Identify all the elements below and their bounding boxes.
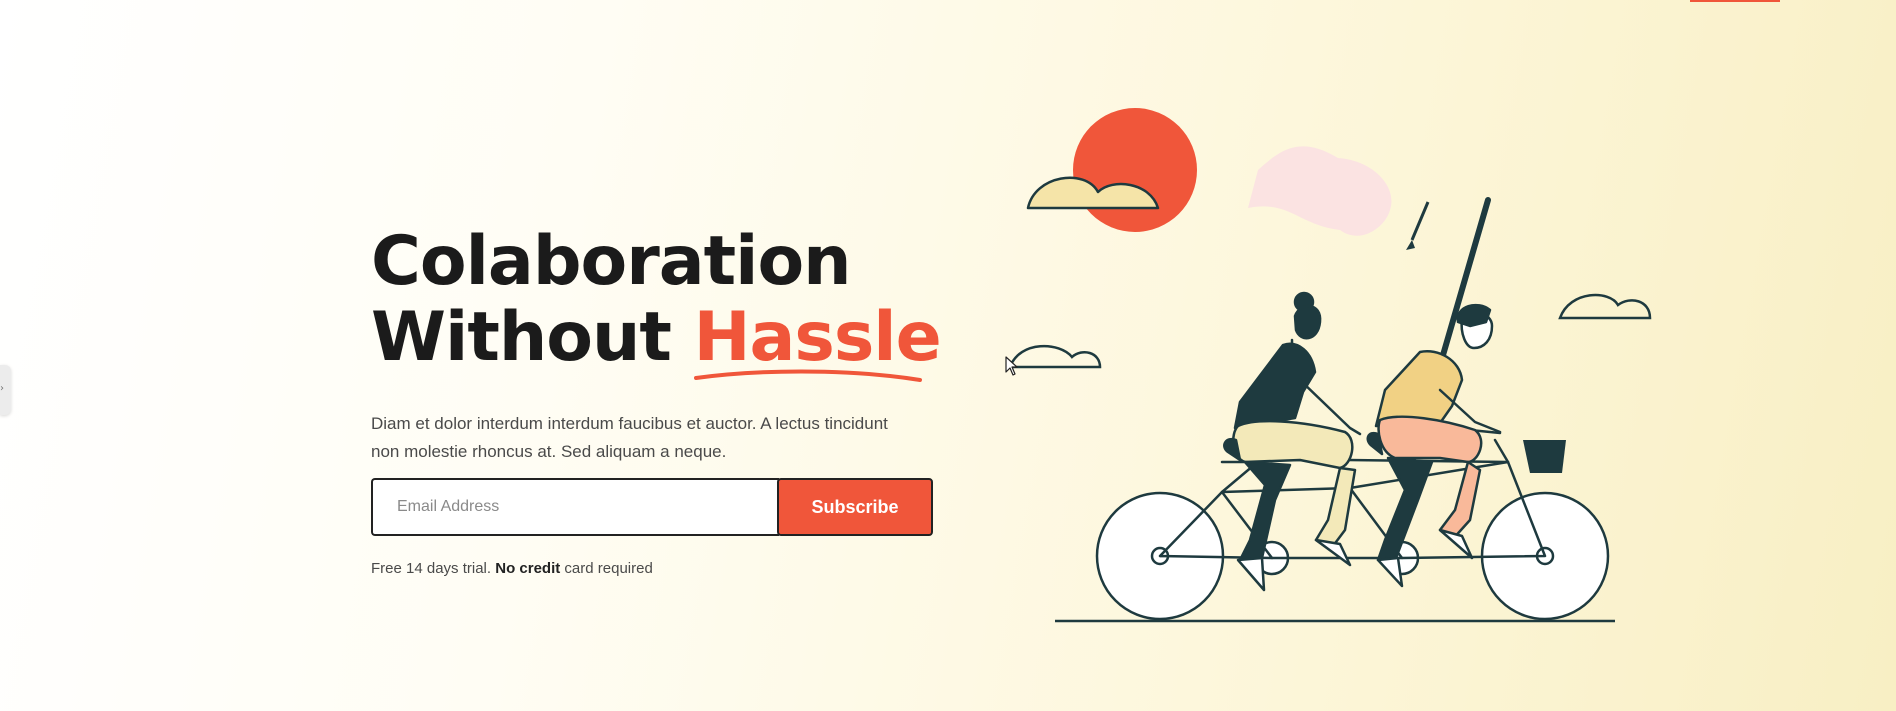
rear-rider [1223,291,1362,592]
top-accent-bar [1690,0,1780,2]
hero-description: Diam et dolor interdum interdum faucibus… [371,414,888,461]
headline-accent-word: Hassle [693,298,942,382]
trial-bold: No credit [495,560,561,577]
brush-underline-icon [693,369,922,382]
side-panel-toggle[interactable]: › [0,365,11,415]
front-rider [1366,303,1502,588]
headline-line-2: Without Hassle [371,298,951,382]
subscribe-button[interactable]: Subscribe [777,478,933,536]
headline-accent-text: Hassle [693,298,942,377]
headline-line-1: Colaboration [371,222,852,301]
cloud-icon [1008,345,1102,369]
trial-note: Free 14 days trial. No credit card requi… [371,560,951,577]
signup-form: Subscribe [371,478,933,536]
tandem-bike-illustration [1008,108,1652,623]
trial-suffix: card required [564,560,653,577]
headline-prefix: Without [371,298,672,377]
sun-icon [1073,108,1197,232]
basket-icon [1523,440,1566,473]
hero-headline: Colaboration Without Hassle [371,222,951,382]
mouse-pointer-icon [1005,356,1018,376]
chevron-right-icon: › [0,383,4,394]
trial-prefix: Free 14 days trial. [371,560,492,577]
flag-icon [1248,146,1392,236]
cloud-icon [1558,293,1652,320]
hero-section: Colaboration Without Hassle Diam et dolo… [371,224,951,577]
email-input[interactable] [371,478,779,536]
